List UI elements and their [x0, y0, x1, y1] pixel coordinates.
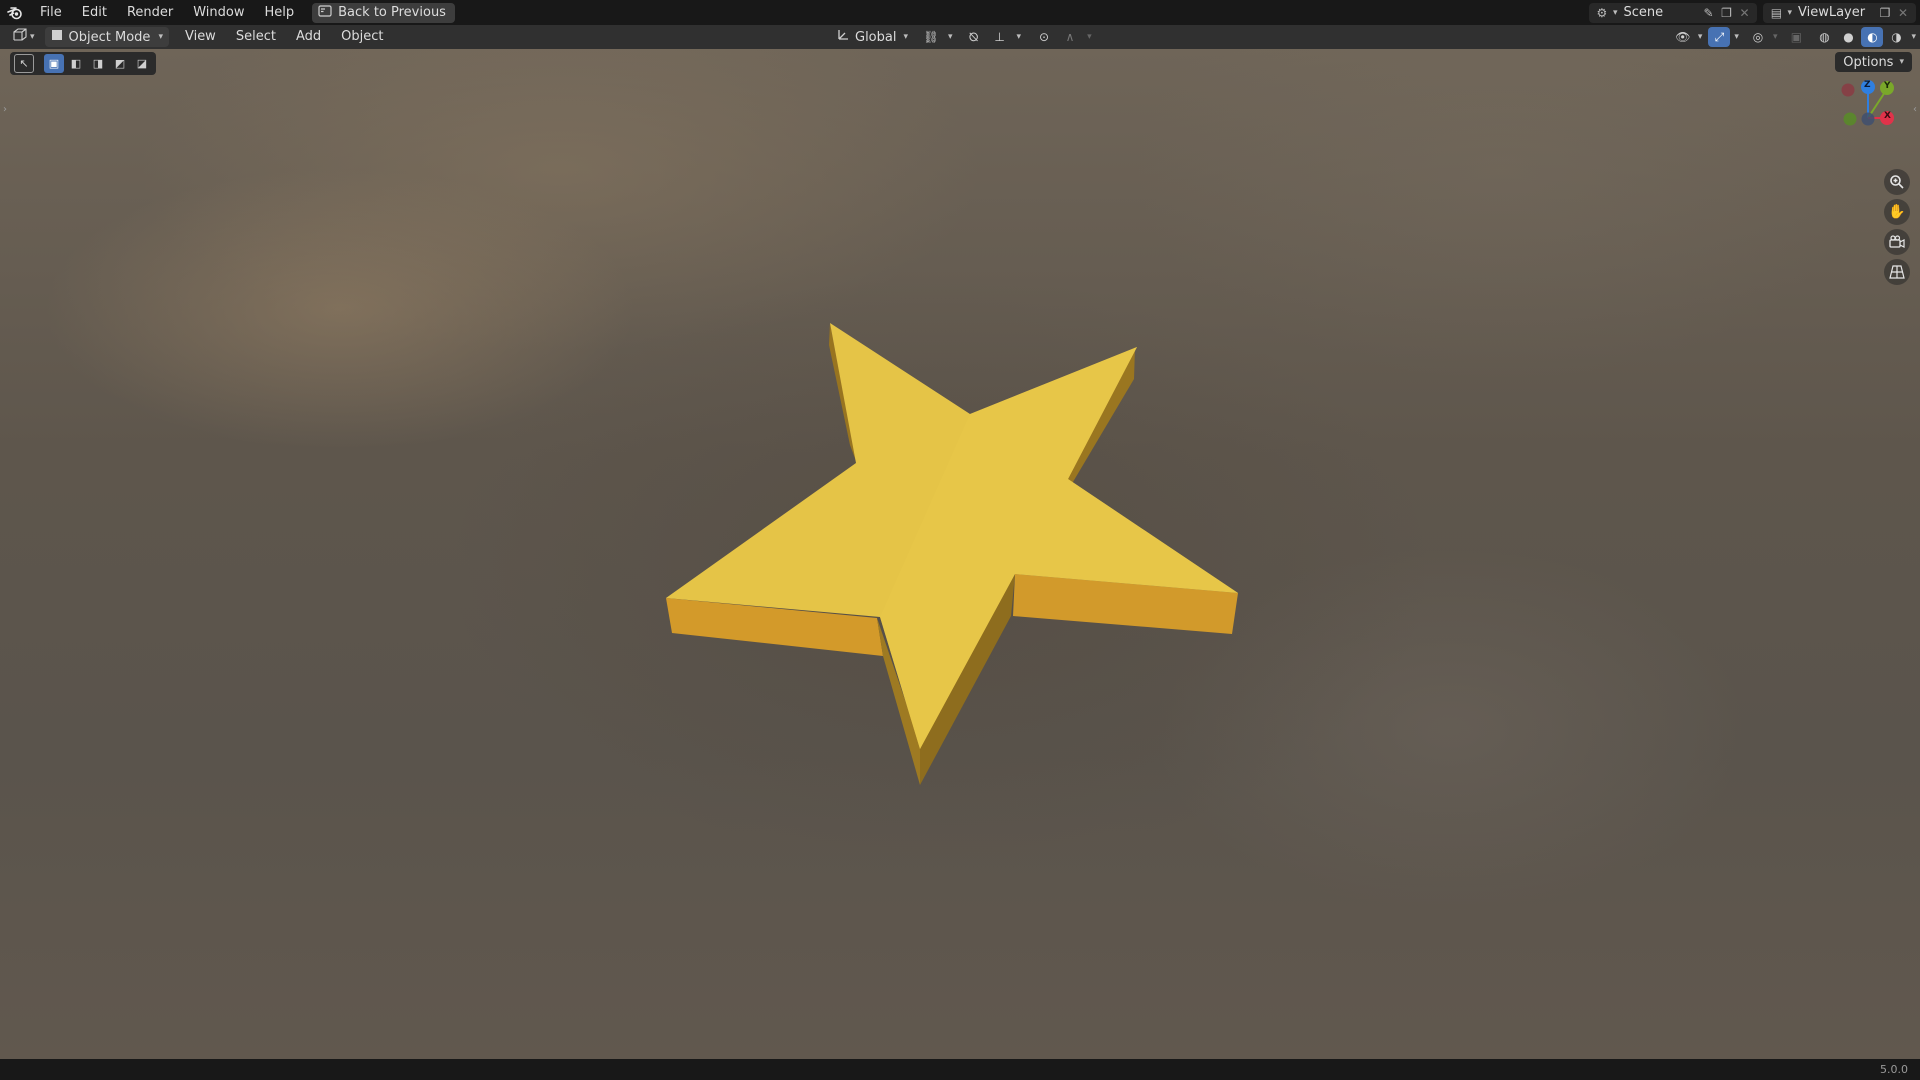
selection-tool-strip: ↖ ▣ ◧ ◨ ◩ ◪ [10, 52, 156, 75]
wireframe-shading-icon[interactable]: ◍ [1813, 27, 1835, 47]
select-box-extend-icon[interactable]: ◧ [66, 54, 86, 73]
orientation-selector[interactable]: Global ▾ [836, 27, 908, 47]
zoom-icon[interactable] [1884, 169, 1910, 195]
workspace-selectors: ⚙ ▾ Scene ✎ ❐ ✕ ▤ ▾ ViewLayer ❐ ✕ [1588, 0, 1920, 25]
scene-name: Scene [1623, 5, 1664, 20]
options-dropdown[interactable]: Options ▾ [1835, 52, 1912, 72]
chevron-down-icon: ▾ [30, 32, 35, 42]
menu-add[interactable]: Add [286, 25, 331, 49]
gizmo-z-label: Z [1864, 80, 1871, 90]
status-bar: 5.0.0 [0, 1059, 1920, 1080]
select-tool-icon[interactable]: ↖ [14, 54, 34, 73]
viewport-display-controls: 👁 ▾ ⤢ ▾ ◎ ▾ ▣ ◍ ● ◐ ◑ ▾ [1672, 27, 1916, 47]
proportional-editing-icon[interactable]: ⊙ [1033, 27, 1055, 47]
viewport-editor-icon [12, 28, 28, 46]
neg-z-axis-icon [1861, 112, 1875, 126]
gizmo-y-label: Y [1884, 81, 1891, 91]
snap-magnet-icon[interactable]: ⦰ [963, 27, 985, 47]
chevron-down-icon: ▾ [948, 32, 953, 42]
xray-toggle-icon[interactable]: ▣ [1785, 27, 1807, 47]
snap-target-icon[interactable]: ⊥ [989, 27, 1011, 47]
toolbar-expand-arrow-icon[interactable]: › [1, 101, 9, 117]
options-label: Options [1843, 54, 1894, 70]
new-view-layer-icon[interactable]: ❐ [1876, 4, 1894, 22]
editor-type-selector[interactable]: ▾ [8, 27, 39, 47]
menu-render[interactable]: Render [117, 0, 183, 25]
view-layer-icon: ▤ [1770, 5, 1783, 20]
chevron-down-icon: ▾ [1734, 32, 1739, 42]
select-box-new-icon[interactable]: ▣ [44, 54, 64, 73]
chevron-down-icon: ▾ [1772, 32, 1778, 42]
select-box-invert-icon[interactable]: ◩ [110, 54, 130, 73]
chevron-down-icon: ▾ [1697, 32, 1703, 42]
top-menu-bar: File Edit Render Window Help Back to Pre… [0, 0, 1920, 25]
neg-x-axis-icon [1841, 83, 1855, 97]
chevron-down-icon: ▾ [158, 32, 163, 42]
select-box-subtract-icon[interactable]: ◨ [88, 54, 108, 73]
select-box-intersect-icon[interactable]: ◪ [132, 54, 152, 73]
global-axes-icon [836, 28, 850, 46]
hand-pan-icon[interactable]: ✋ [1884, 199, 1910, 225]
material-preview-shading-icon[interactable]: ◐ [1861, 27, 1884, 47]
version-label: 5.0.0 [1880, 1063, 1908, 1076]
pivot-point-icon[interactable]: ⛓ [920, 27, 942, 47]
close-icon[interactable]: ✕ [1894, 4, 1912, 22]
pin-icon[interactable]: ✎ [1699, 4, 1717, 22]
blender-logo-icon[interactable] [6, 4, 24, 22]
falloff-curve-icon[interactable]: ∧ [1059, 27, 1081, 47]
navigation-gizmo[interactable]: Z Y X [1830, 79, 1900, 139]
neg-y-axis-icon [1843, 112, 1857, 126]
object-mode-icon [51, 29, 63, 45]
3d-viewport[interactable]: ↖ ▣ ◧ ◨ ◩ ◪ Options ▾ › ‹ Z Y X ✋ [0, 49, 1920, 1059]
rendered-shading-icon[interactable]: ◑ [1885, 27, 1907, 47]
chevron-down-icon: ▾ [1087, 32, 1092, 42]
star-object[interactable] [0, 49, 1920, 1059]
gizmo-x-label: X [1884, 111, 1891, 121]
back-to-previous-label: Back to Previous [338, 5, 446, 20]
camera-view-icon[interactable] [1884, 229, 1910, 255]
chevron-down-icon: ▾ [1899, 57, 1904, 67]
view-layer-name: ViewLayer [1798, 5, 1866, 20]
menu-help[interactable]: Help [255, 0, 305, 25]
gizmo-toggle-icon[interactable]: ⤢ [1708, 27, 1731, 47]
close-icon[interactable]: ✕ [1735, 4, 1753, 22]
overlays-icon[interactable]: ◎ [1747, 27, 1769, 47]
orientation-label: Global [855, 29, 897, 45]
sidebar-expand-arrow-icon[interactable]: ‹ [1911, 101, 1919, 117]
mode-label: Object Mode [68, 29, 151, 45]
chevron-down-icon: ▾ [903, 32, 909, 42]
scene-selector[interactable]: ⚙ ▾ Scene ✎ ❐ ✕ [1588, 2, 1758, 23]
scene-icon: ⚙ [1596, 5, 1608, 20]
visibility-eye-icon[interactable]: 👁 [1672, 27, 1694, 47]
view-layer-selector[interactable]: ▤ ▾ ViewLayer ❐ ✕ [1763, 2, 1916, 23]
menu-edit[interactable]: Edit [72, 0, 117, 25]
chevron-down-icon: ▾ [1016, 32, 1022, 42]
menu-view[interactable]: View [175, 25, 226, 49]
solid-shading-icon[interactable]: ● [1837, 27, 1859, 47]
back-to-previous-button[interactable]: Back to Previous [312, 2, 455, 23]
menu-select[interactable]: Select [226, 25, 286, 49]
back-to-previous-icon [318, 4, 332, 21]
new-scene-icon[interactable]: ❐ [1717, 4, 1735, 22]
menu-file[interactable]: File [30, 0, 72, 25]
menu-object[interactable]: Object [331, 25, 393, 49]
viewport-header: ▾ Object Mode ▾ View Select Add Object G… [0, 25, 1920, 49]
mode-selector[interactable]: Object Mode ▾ [44, 27, 169, 47]
menu-window[interactable]: Window [183, 0, 254, 25]
perspective-grid-icon[interactable] [1884, 259, 1910, 285]
transform-controls: Global ▾ ⛓ ▾ ⦰ ⊥ ▾ ⊙ ∧ ▾ [836, 27, 1092, 47]
chevron-down-icon: ▾ [1911, 32, 1916, 42]
